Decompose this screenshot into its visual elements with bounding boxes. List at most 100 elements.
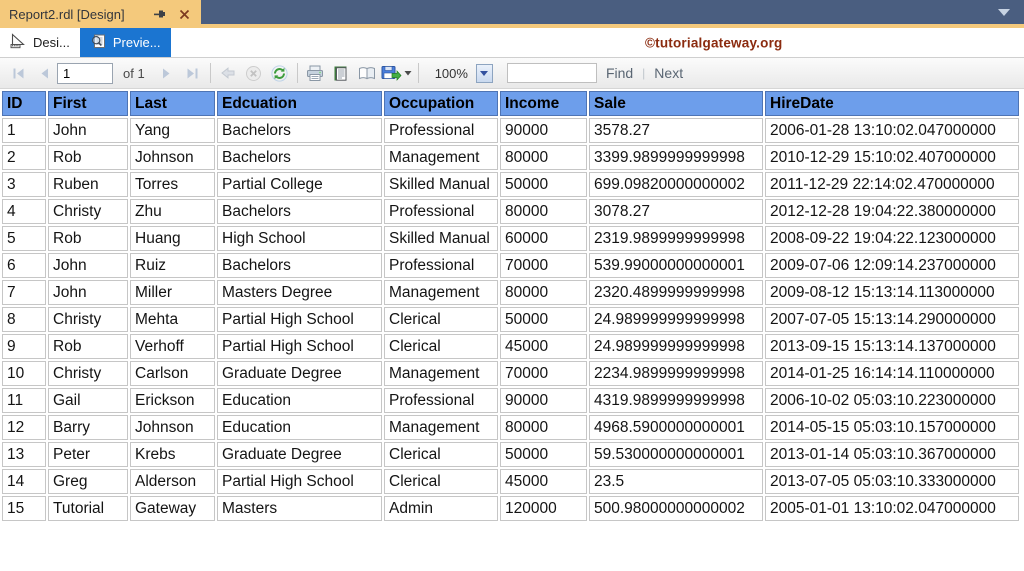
table-cell: 23.5	[589, 469, 763, 494]
find-input[interactable]	[506, 63, 597, 83]
table-cell: Alderson	[130, 469, 215, 494]
last-page-button[interactable]	[180, 61, 206, 85]
zoom-dropdown-button[interactable]	[475, 63, 493, 83]
column-header: ID	[2, 91, 46, 116]
find-next-button[interactable]: Next	[654, 65, 683, 81]
table-cell: 80000	[500, 145, 587, 170]
table-cell: 90000	[500, 118, 587, 143]
table-cell: 60000	[500, 226, 587, 251]
chevron-down-icon	[480, 70, 489, 76]
table-cell: Masters Degree	[217, 280, 382, 305]
table-cell: Partial High School	[217, 334, 382, 359]
back-button[interactable]	[215, 61, 241, 85]
chevron-down-icon[interactable]	[998, 9, 1010, 16]
table-cell: 699.09820000000002	[589, 172, 763, 197]
table-cell: Gail	[48, 388, 128, 413]
view-tab-strip: Desi... Previe... ©tutorialgateway.org	[0, 28, 1024, 58]
table-cell: Yang	[130, 118, 215, 143]
tab-preview[interactable]: Previe...	[79, 28, 171, 57]
table-cell: 4	[2, 199, 46, 224]
table-cell: Skilled Manual	[384, 172, 498, 197]
page-setup-button[interactable]	[354, 61, 380, 85]
table-cell: 1	[2, 118, 46, 143]
report-viewer: ID First Last Edcuation Occupation Income Sale…	[0, 89, 1024, 571]
table-cell: 2009-08-12 15:13:14.113000000	[765, 280, 1019, 305]
print-button[interactable]	[302, 61, 328, 85]
table-cell: 4968.5900000000001	[589, 415, 763, 440]
table-cell: 4319.9899999999998	[589, 388, 763, 413]
column-header: Sale	[589, 91, 763, 116]
table-row: 8 Christy Mehta Partial High School Clerical…	[2, 307, 1019, 332]
table-cell: 2014-01-25 16:14:14.110000000	[765, 361, 1019, 386]
table-cell: Christy	[48, 307, 128, 332]
table-cell: Clerical	[384, 442, 498, 467]
table-cell: Partial College	[217, 172, 382, 197]
table-cell: 12	[2, 415, 46, 440]
table-cell: Gateway	[130, 496, 215, 521]
export-button[interactable]	[380, 61, 414, 85]
table-cell: 13	[2, 442, 46, 467]
table-cell: High School	[217, 226, 382, 251]
document-tab-report2[interactable]: Report2.rdl [Design]	[0, 0, 201, 28]
tab-design[interactable]: Desi...	[0, 28, 80, 57]
first-page-button[interactable]	[5, 61, 31, 85]
table-cell: 70000	[500, 361, 587, 386]
pin-icon[interactable]	[152, 6, 168, 22]
table-row: 13 Peter Krebs Graduate Degree Clerical 50000…	[2, 442, 1019, 467]
preview-icon	[90, 33, 107, 52]
table-cell: Verhoff	[130, 334, 215, 359]
table-cell: Rob	[48, 145, 128, 170]
zoom-select[interactable]: 100%	[429, 63, 493, 83]
table-cell: Management	[384, 280, 498, 305]
stop-button[interactable]	[241, 61, 267, 85]
print-layout-button[interactable]	[328, 61, 354, 85]
table-cell: 6	[2, 253, 46, 278]
table-cell: Mehta	[130, 307, 215, 332]
table-cell: John	[48, 118, 128, 143]
table-cell: Tutorial	[48, 496, 128, 521]
column-header: Occupation	[384, 91, 498, 116]
table-row: 9 Rob Verhoff Partial High School Clerical 45…	[2, 334, 1019, 359]
table-cell: 80000	[500, 199, 587, 224]
table-cell: 120000	[500, 496, 587, 521]
table-cell: Management	[384, 361, 498, 386]
column-header: Last	[130, 91, 215, 116]
table-cell: Rob	[48, 226, 128, 251]
zoom-value: 100%	[434, 65, 468, 81]
table-cell: 15	[2, 496, 46, 521]
table-cell: Christy	[48, 199, 128, 224]
toolbar-separator	[417, 63, 419, 83]
table-cell: Ruben	[48, 172, 128, 197]
window-tab-bar: Report2.rdl [Design]	[0, 0, 1024, 28]
find-button[interactable]: Find	[606, 65, 633, 81]
next-page-button[interactable]	[154, 61, 180, 85]
table-row: 1 John Yang Bachelors Professional 90000 3578.…	[2, 118, 1019, 143]
table-cell: 2013-09-15 15:13:14.137000000	[765, 334, 1019, 359]
table-cell: Bachelors	[217, 253, 382, 278]
table-cell: Peter	[48, 442, 128, 467]
export-dropdown-caret[interactable]	[404, 70, 412, 76]
page-number-input[interactable]	[57, 62, 113, 84]
table-cell: Graduate Degree	[217, 442, 382, 467]
table-cell: 90000	[500, 388, 587, 413]
table-cell: Clerical	[384, 334, 498, 359]
table-cell: Rob	[48, 334, 128, 359]
table-header-row: ID First Last Edcuation Occupation Income Sale…	[2, 91, 1019, 116]
table-cell: 45000	[500, 334, 587, 359]
table-cell: Bachelors	[217, 118, 382, 143]
table-cell: Johnson	[130, 145, 215, 170]
table-row: 3 Ruben Torres Partial College Skilled Manua…	[2, 172, 1019, 197]
refresh-button[interactable]	[267, 61, 293, 85]
table-cell: 2009-07-06 12:09:14.237000000	[765, 253, 1019, 278]
table-cell: Education	[217, 388, 382, 413]
table-cell: 10	[2, 361, 46, 386]
table-row: 2 Rob Johnson Bachelors Management 80000 3399.…	[2, 145, 1019, 170]
table-cell: Greg	[48, 469, 128, 494]
table-cell: 50000	[500, 442, 587, 467]
table-cell: 2006-10-02 05:03:10.223000000	[765, 388, 1019, 413]
table-cell: 2	[2, 145, 46, 170]
close-icon[interactable]	[176, 6, 192, 22]
table-cell: 2007-07-05 15:13:14.290000000	[765, 307, 1019, 332]
previous-page-button[interactable]	[31, 61, 57, 85]
table-cell: 2014-05-15 05:03:10.157000000	[765, 415, 1019, 440]
